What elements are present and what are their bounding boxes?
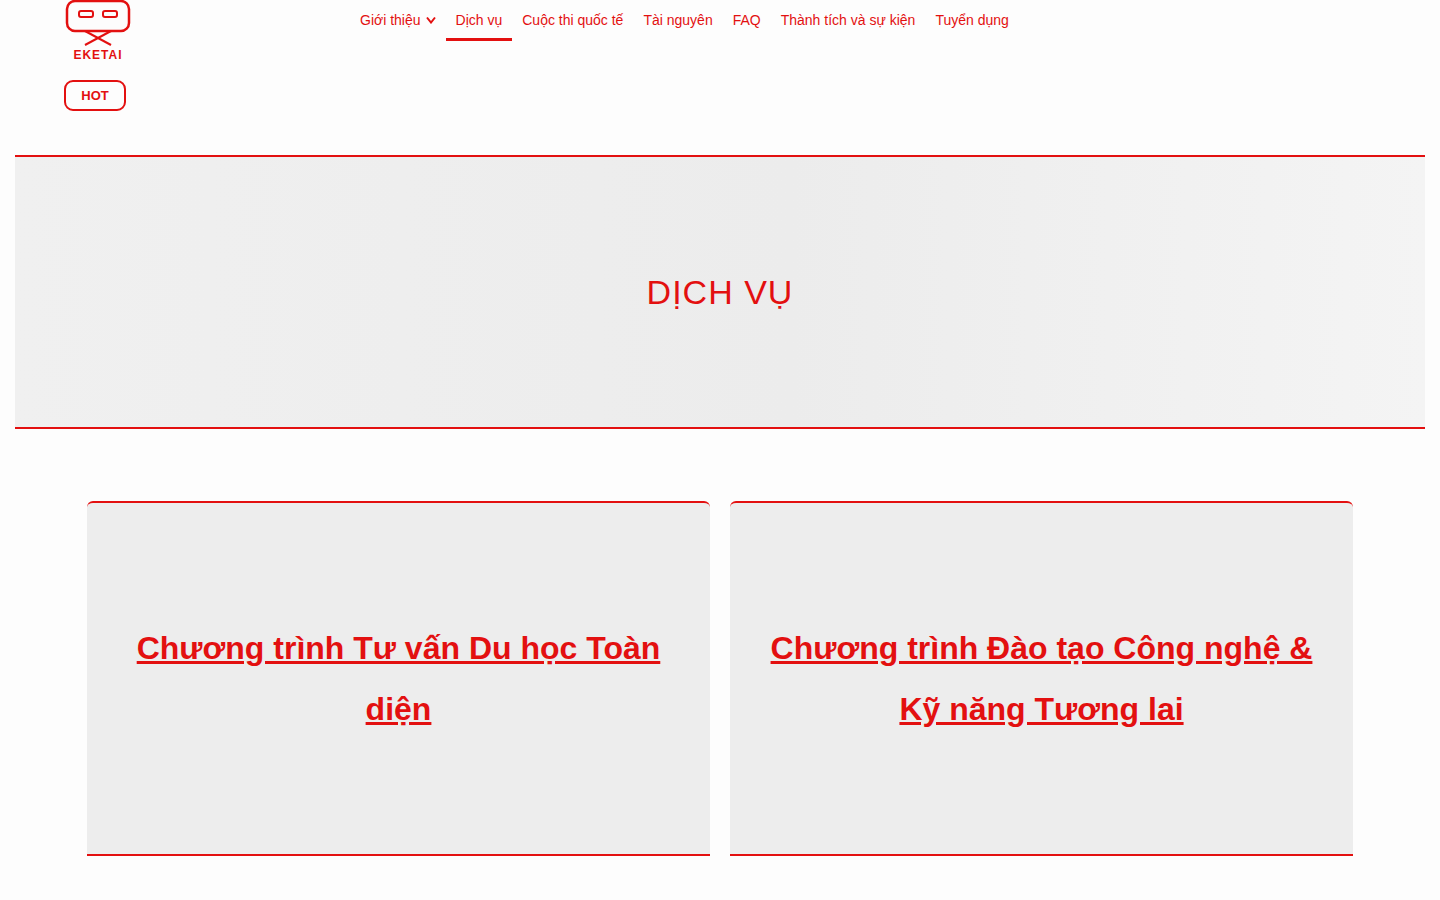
service-card-title[interactable]: Chương trình Đào tạo Công nghệ & Kỹ năng… (746, 618, 1337, 740)
nav-item[interactable]: FAQ (723, 10, 771, 41)
nav-item[interactable]: Thành tích và sự kiện (771, 10, 926, 41)
nav-label: Dịch vụ (456, 12, 503, 28)
nav-label: Giới thiệu (360, 12, 421, 28)
nav-item[interactable]: Giới thiệu (350, 10, 446, 41)
nav-label: FAQ (733, 12, 761, 28)
chevron-down-icon (426, 16, 436, 24)
site-logo[interactable]: EKETAI (64, 0, 132, 62)
nav-label: Cuộc thi quốc tế (522, 12, 623, 28)
nav-item[interactable]: Cuộc thi quốc tế (512, 10, 633, 41)
nav-label: Tài nguyên (643, 12, 712, 28)
service-card-title[interactable]: Chương trình Tư vấn Du học Toàn diện (103, 618, 694, 740)
nav-label: Thành tích và sự kiện (781, 12, 916, 28)
hero-banner: DỊCH VỤ (15, 155, 1425, 429)
service-card[interactable]: Chương trình Tư vấn Du học Toàn diện (87, 501, 710, 856)
hot-badge[interactable]: HOT (64, 80, 126, 111)
hero-title: DỊCH VỤ (647, 273, 794, 312)
nav-label: Tuyển dụng (935, 12, 1008, 28)
nav-item[interactable]: Dịch vụ (446, 10, 513, 41)
logo-text: EKETAI (73, 48, 122, 62)
service-card[interactable]: Chương trình Đào tạo Công nghệ & Kỹ năng… (730, 501, 1353, 856)
logo-column: EKETAI HOT (64, 0, 350, 111)
site-header: EKETAI HOT Giới thiệu Dịch vụ Cuộc thi quốc … (0, 0, 1440, 155)
main-nav: Giới thiệu Dịch vụ Cuộc thi quốc tế Tài ngu… (350, 10, 1019, 41)
nav-item[interactable]: Tuyển dụng (925, 10, 1018, 41)
logo-icon (65, 0, 131, 46)
nav-item[interactable]: Tài nguyên (633, 10, 722, 41)
service-cards: Chương trình Tư vấn Du học Toàn diện Chươ… (0, 501, 1440, 856)
